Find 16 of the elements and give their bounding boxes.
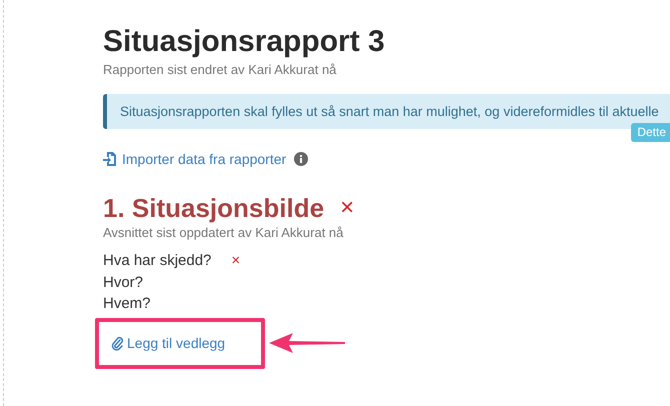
report-title: Situasjonsrapport 3 — [103, 24, 386, 60]
paperclip-icon — [111, 336, 124, 350]
import-link[interactable]: Importer data fra rapporter — [103, 151, 286, 167]
file-import-icon — [103, 151, 117, 167]
tooltip: Dette — [631, 123, 670, 142]
remove-question-button[interactable]: × — [231, 253, 240, 268]
report-subtitle: Rapporten sist endret av Kari Akkurat nå — [103, 62, 338, 77]
attach-link[interactable]: Legg til vedlegg — [111, 335, 226, 351]
section-subtitle: Avsnittet sist oppdatert av Kari Akkurat nå — [103, 225, 344, 240]
question-label: Hvor? — [103, 272, 144, 292]
alert-text: Situasjonsrapporten skal fylles ut så snart man har mulighet, og videreformidles til aktuelle — [120, 104, 659, 119]
question-label: Hvem? — [103, 294, 151, 314]
remove-section-button[interactable]: × — [340, 196, 354, 220]
question-label: Hva har skjedd? — [103, 251, 212, 271]
info-icon[interactable] — [294, 152, 308, 166]
section-title: 1. Situasjonsbilde — [103, 193, 324, 223]
